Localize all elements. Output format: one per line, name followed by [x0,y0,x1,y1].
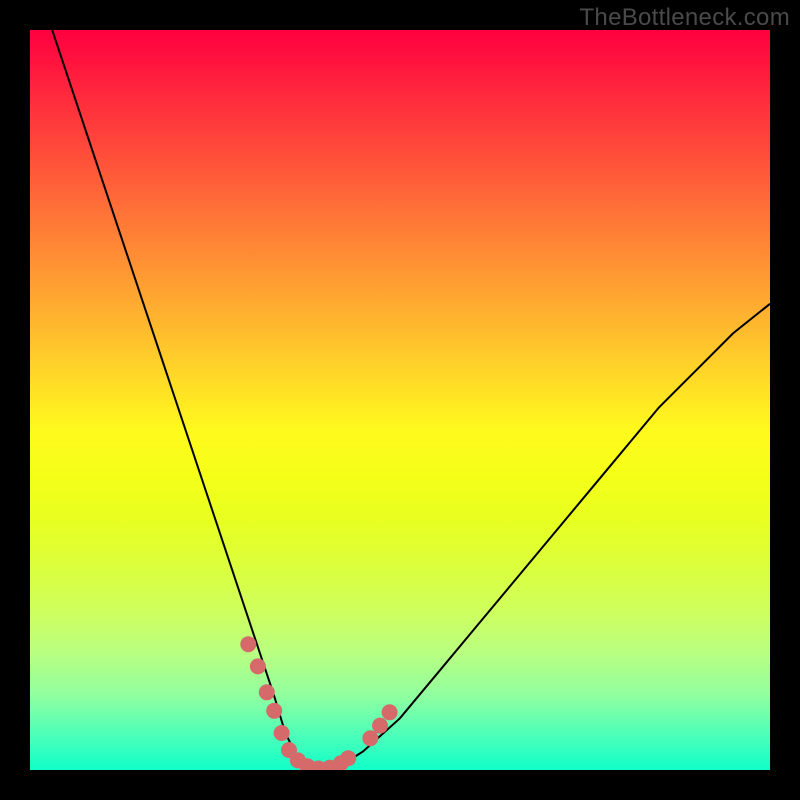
marker-dot [274,725,290,741]
marker-dot [382,704,398,720]
marker-dot [362,730,378,746]
highlight-markers [240,636,397,770]
marker-dot [250,658,266,674]
plot-area [30,30,770,770]
chart-frame: TheBottleneck.com [0,0,800,800]
watermark-text: TheBottleneck.com [579,4,790,32]
marker-dot [266,703,282,719]
curve-svg [30,30,770,770]
marker-dot [340,750,356,766]
marker-dot [259,684,275,700]
bottleneck-curve [52,30,770,769]
marker-dot [372,718,388,734]
marker-dot [240,636,256,652]
